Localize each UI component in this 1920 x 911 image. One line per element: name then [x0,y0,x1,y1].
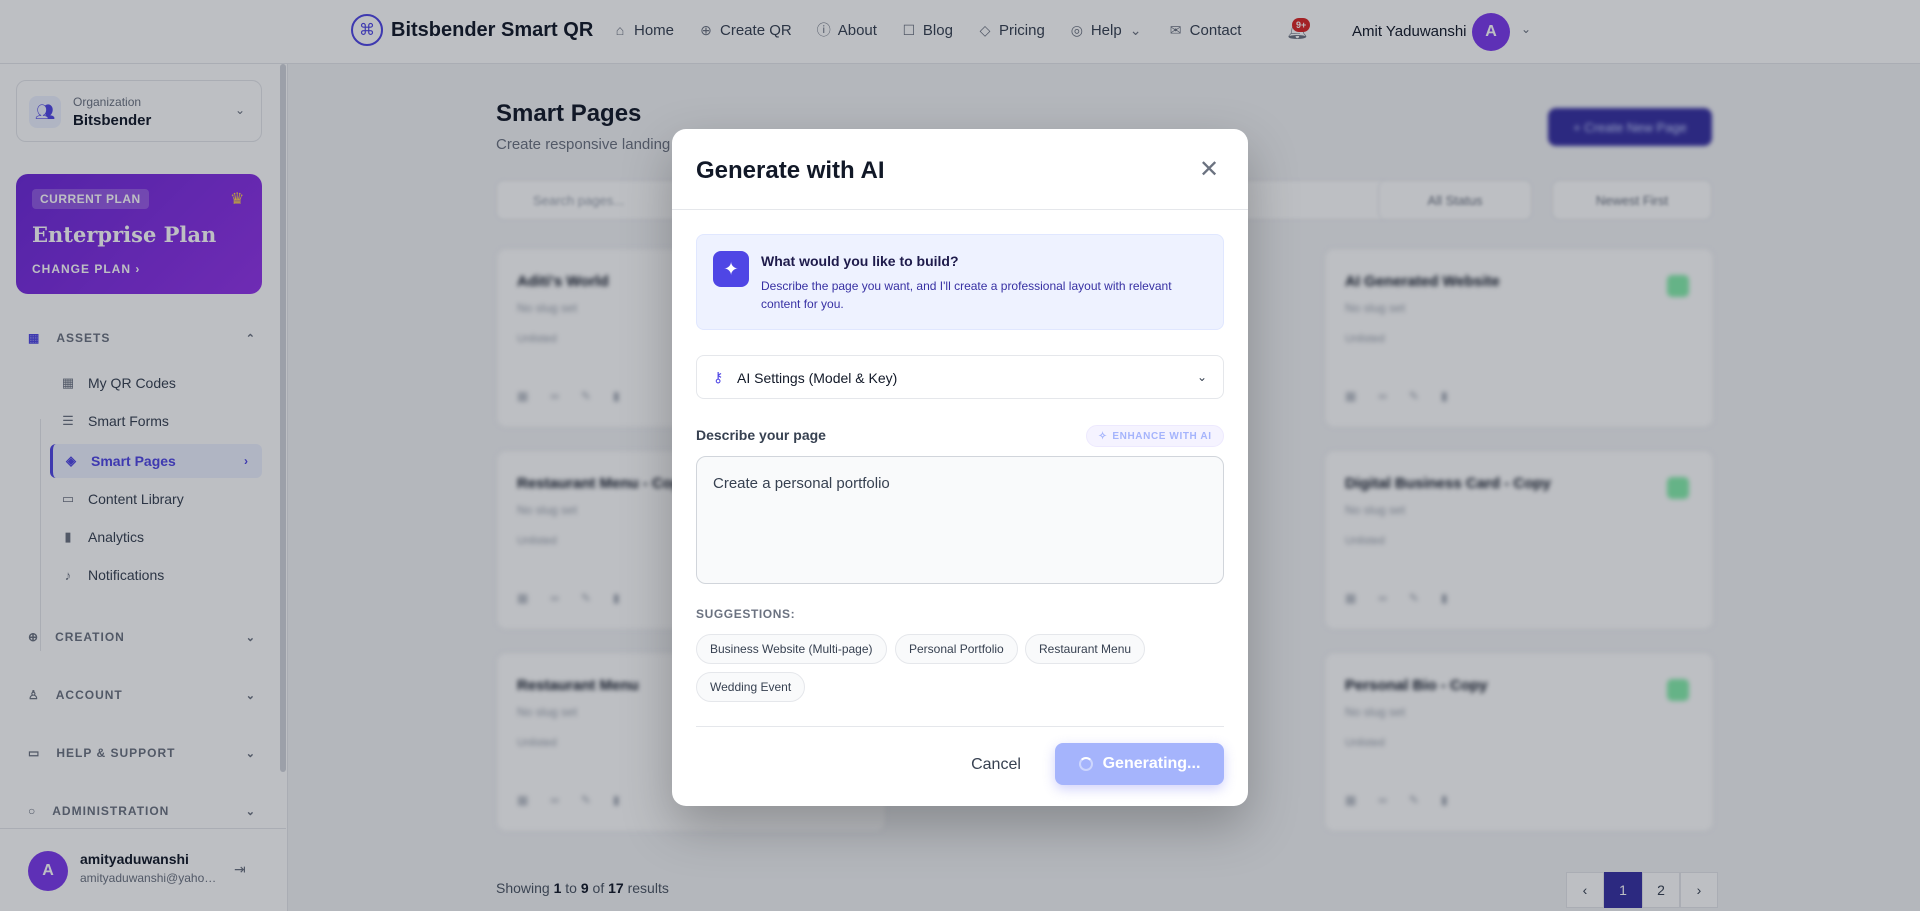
enhance-label: ENHANCE WITH AI [1112,430,1212,442]
ai-settings-toggle[interactable]: ⚷ AI Settings (Model & Key) ⌄ [696,355,1224,399]
info-text: Describe the page you want, and I'll cre… [761,279,1172,311]
suggestions-label: SUGGESTIONS: [696,607,796,621]
suggestion-chip[interactable]: Personal Portfolio [895,634,1018,664]
generate-button[interactable]: Generating... [1055,743,1224,785]
key-icon: ⚷ [713,369,724,385]
spinner-icon [1078,757,1093,771]
header-divider [672,209,1248,210]
cancel-button[interactable]: Cancel [944,745,1048,785]
info-callout: ✦ What would you like to build? Describe… [696,234,1224,330]
sparkles-icon: ✦ [713,251,749,287]
ai-settings-label: AI Settings (Model & Key) [737,370,898,386]
dialog-title: Generate with AI [696,157,885,184]
describe-label: Describe your page [696,427,826,443]
info-title: What would you like to build? [761,253,959,269]
footer-divider [696,726,1224,727]
generate-label: Generating... [1102,755,1201,772]
chevron-down-icon: ⌄ [1197,370,1208,384]
suggestion-chip[interactable]: Wedding Event [696,672,806,702]
close-icon[interactable]: ✕ [1195,155,1223,183]
sparkles-icon: ✧ [1098,430,1108,442]
page-description-input[interactable] [696,456,1224,584]
generate-with-ai-dialog: Generate with AI ✕ ✦ What would you like… [672,129,1248,806]
suggestion-chip[interactable]: Restaurant Menu [1025,634,1146,664]
suggestion-chip[interactable]: Business Website (Multi-page) [696,634,887,664]
enhance-with-ai-button[interactable]: ✧ ENHANCE WITH AI [1086,425,1224,447]
